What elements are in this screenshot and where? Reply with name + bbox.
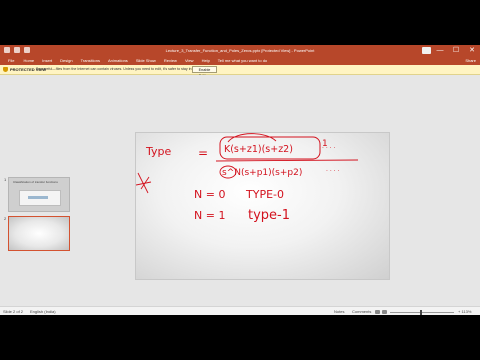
ink-denominator-dots: · · · · — [326, 168, 339, 175]
slide-counter: Slide 2 of 2 — [3, 309, 24, 314]
ribbon-tabs: File Home Insert Design Transitions Anim… — [0, 57, 480, 65]
tab-help[interactable]: Help — [198, 57, 214, 65]
status-bar: Slide 2 of 2 English (India) Notes Comme… — [0, 306, 480, 315]
tab-review[interactable]: Review — [160, 57, 181, 65]
ink-scribble — [227, 133, 277, 143]
ink-n-equals-1: N = 1 — [194, 209, 225, 222]
ink-type-1: type-1 — [248, 208, 290, 223]
language-indicator[interactable]: English (India) — [30, 308, 56, 315]
ink-equals: = — [198, 146, 208, 160]
zoom-level[interactable]: + 113% — [458, 308, 471, 315]
ink-type-0: TYPE-0 — [245, 188, 284, 201]
current-slide[interactable]: Type = K(s+z1)(s+z2) 1 · · · · s^N(s+p1)… — [135, 132, 390, 280]
comments-button[interactable]: Comments — [352, 308, 371, 315]
title-bar: Lecture_3_Transfer_Function_and_Poles_Ze… — [0, 45, 480, 57]
tab-view[interactable]: View — [181, 57, 198, 65]
tab-slide-show[interactable]: Slide Show — [132, 57, 160, 65]
thumbnail-number: 2 — [4, 216, 7, 221]
minimize-button[interactable]: — — [432, 45, 448, 57]
enable-editing-button[interactable]: Enable Editing — [192, 66, 217, 78]
tab-file[interactable]: File — [3, 57, 19, 65]
slide-sorter-icon[interactable] — [382, 310, 387, 314]
thumbnail-number: 1 — [4, 177, 7, 182]
powerpoint-window: Lecture_3_Transfer_Function_and_Poles_Ze… — [0, 45, 480, 315]
tab-transitions[interactable]: Transitions — [77, 57, 104, 65]
ink-annotations: Type = K(s+z1)(s+z2) 1 · · · · s^N(s+p1)… — [136, 133, 359, 223]
thumbnail-image — [19, 190, 61, 206]
protected-view-bar: PROTECTED VIEW Be careful—files from the… — [0, 65, 480, 78]
slide-thumbnail-1[interactable]: Classification of transfer functions — [8, 177, 70, 212]
tab-animations[interactable]: Animations — [104, 57, 132, 65]
close-button[interactable]: ✕ — [464, 45, 480, 57]
window-controls: — ☐ ✕ — [420, 45, 480, 57]
tab-insert[interactable]: Insert — [38, 57, 56, 65]
tab-home[interactable]: Home — [19, 57, 38, 65]
normal-view-icon[interactable] — [375, 310, 380, 314]
window-title: Lecture_3_Transfer_Function_and_Poles_Ze… — [165, 48, 315, 53]
slide-editor: Type = K(s+z1)(s+z2) 1 · · · · s^N(s+p1)… — [78, 75, 480, 305]
thumbnail-title: Classification of transfer functions — [13, 180, 58, 184]
ink-numerator-dots: · · · · — [322, 145, 335, 152]
ink-cross-mark — [136, 172, 152, 194]
share-button[interactable]: Share — [465, 58, 476, 64]
zoom-slider-handle[interactable] — [420, 310, 422, 315]
protected-view-message: Be careful—files from the Internet can c… — [36, 67, 218, 71]
ink-n-equals-0: N = 0 — [194, 188, 225, 201]
slide-thumbnail-2[interactable] — [8, 216, 70, 251]
shield-icon — [3, 67, 8, 72]
slide-thumbnail-pane: 1 Classification of transfer functions 2 — [0, 75, 78, 305]
ink-fraction-line — [215, 159, 359, 162]
notes-button[interactable]: Notes — [334, 308, 344, 315]
tab-design[interactable]: Design — [56, 57, 76, 65]
zoom-slider[interactable] — [390, 312, 454, 313]
tell-me-search[interactable]: Tell me what you want to do — [214, 57, 271, 65]
ink-numerator: K(s+z1)(s+z2) — [224, 144, 293, 155]
maximize-button[interactable]: ☐ — [448, 45, 464, 57]
ink-type-label: Type — [145, 145, 171, 158]
account-icon[interactable] — [420, 45, 432, 57]
